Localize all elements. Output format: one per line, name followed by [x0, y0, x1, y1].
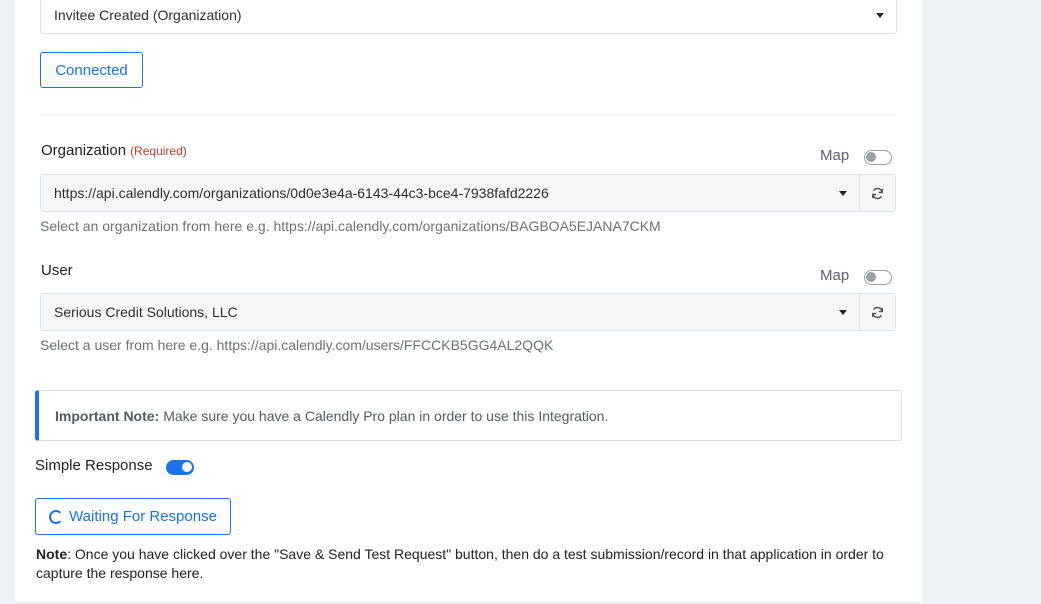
- organization-label-text: Organization: [41, 142, 127, 159]
- section-divider: [40, 114, 896, 115]
- refresh-icon: [871, 187, 884, 199]
- trigger-event-value: Invitee Created (Organization): [54, 7, 242, 23]
- user-map-toggle[interactable]: [864, 270, 892, 285]
- toggle-knob: [866, 272, 876, 282]
- loading-spinner-icon: [49, 509, 64, 524]
- user-help-text: Select a user from here e.g. https://api…: [40, 337, 554, 353]
- user-map-label: Map: [820, 267, 850, 284]
- simple-response-label: Simple Response: [35, 457, 153, 474]
- required-indicator: (Required): [130, 144, 187, 158]
- organization-help-text: Select an organization from here e.g. ht…: [40, 218, 661, 234]
- note-text: : Once you have clicked over the "Save &…: [36, 546, 884, 581]
- connected-button[interactable]: Connected: [40, 52, 143, 88]
- chevron-down-icon: [839, 310, 847, 315]
- waiting-button-label: Waiting For Response: [69, 508, 217, 525]
- important-note-title: Important Note:: [55, 407, 160, 424]
- waiting-for-response-button[interactable]: Waiting For Response: [35, 498, 231, 535]
- user-value: Serious Credit Solutions, LLC: [54, 304, 238, 320]
- toggle-knob: [182, 462, 192, 472]
- note-title: Note: [36, 546, 68, 562]
- organization-value: https://api.calendly.com/organizations/0…: [54, 185, 549, 201]
- organization-refresh-button[interactable]: [860, 174, 896, 212]
- chevron-down-icon: [876, 13, 884, 18]
- trigger-event-select[interactable]: Invitee Created (Organization): [40, 0, 897, 34]
- organization-select[interactable]: https://api.calendly.com/organizations/0…: [40, 174, 860, 212]
- user-label: User: [41, 262, 73, 279]
- organization-map-toggle[interactable]: [864, 150, 892, 165]
- simple-response-toggle[interactable]: [166, 460, 194, 475]
- user-refresh-button[interactable]: [860, 293, 896, 331]
- important-note-text: Make sure you have a Calendly Pro plan i…: [163, 407, 609, 424]
- chevron-down-icon: [839, 191, 847, 196]
- test-request-note: Note: Once you have clicked over the "Sa…: [36, 545, 906, 583]
- organization-map-label: Map: [820, 147, 850, 164]
- user-select[interactable]: Serious Credit Solutions, LLC: [40, 293, 860, 331]
- toggle-knob: [866, 152, 876, 162]
- important-note-box: Important Note: Make sure you have a Cal…: [35, 390, 902, 441]
- refresh-icon: [871, 306, 884, 318]
- organization-label: Organization (Required): [41, 142, 187, 159]
